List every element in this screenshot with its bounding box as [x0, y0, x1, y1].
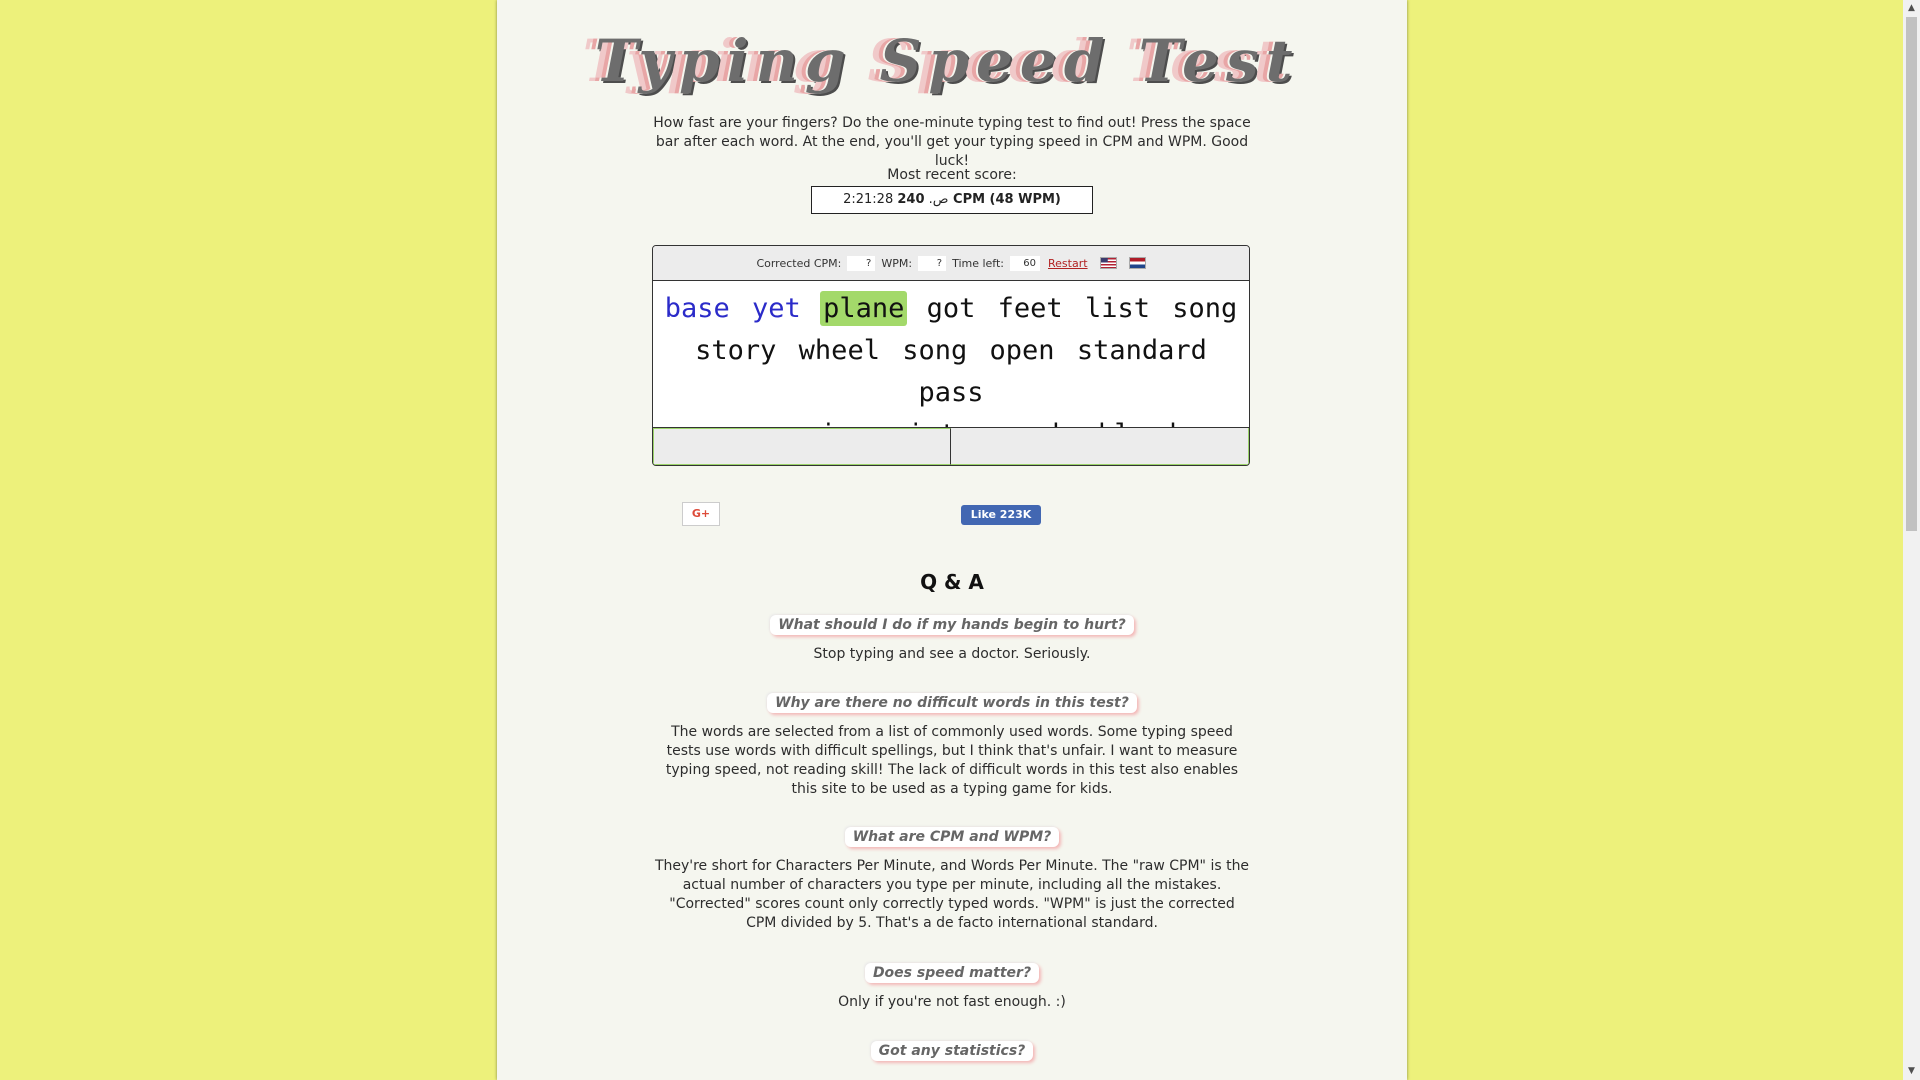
qa-question: Why are there no difficult words in this…	[767, 693, 1137, 713]
qa-question: What are CPM and WPM?	[844, 827, 1060, 847]
word: wheel	[798, 335, 880, 366]
corrected-cpm-label: Corrected CPM:	[756, 256, 842, 270]
word: list	[1084, 293, 1150, 324]
vertical-scrollbar[interactable]: ▲ ▼	[1903, 0, 1920, 1080]
qa-question: What should I do if my hands begin to hu…	[770, 615, 1134, 635]
page-container: Typing Speed Test How fast are your fing…	[497, 0, 1407, 1080]
restart-link[interactable]: Restart	[1048, 257, 1088, 270]
intro-text: How fast are your fingers? Do the one-mi…	[653, 115, 1251, 169]
dutch-flag-icon[interactable]	[1128, 257, 1146, 269]
wpm-value: ?	[918, 255, 947, 271]
qa-answer: They're short for Characters Per Minute,…	[654, 858, 1250, 931]
qa-answer: Only if you're not fast enough. :)	[838, 994, 1066, 1010]
scrollbar-thumb[interactable]	[1906, 17, 1917, 531]
word-typed: base	[664, 293, 730, 324]
typing-input[interactable]	[653, 428, 951, 465]
qa-item: Why are there no difficult words in this…	[652, 692, 1252, 799]
google-plus-button[interactable]: G+	[682, 502, 720, 526]
qa-title: Q & A	[920, 570, 984, 594]
recent-score-box: 2:21:28 ص. 240 CPM (48 WPM)	[811, 186, 1093, 214]
recent-score-time: 2:21:28 ص.	[843, 192, 949, 207]
qa-answer: Stop typing and see a doctor. Seriously.	[813, 646, 1091, 662]
word: open	[989, 335, 1055, 366]
word: got	[926, 293, 976, 324]
recent-score-label: Most recent score:	[887, 167, 1017, 183]
scroll-up-arrow-icon[interactable]: ▲	[1903, 0, 1920, 17]
word-display: base yet plane got feet list song story …	[653, 281, 1249, 450]
input-row	[653, 427, 1249, 465]
scroll-down-arrow-icon[interactable]: ▼	[1903, 1063, 1920, 1080]
word: standard	[1076, 335, 1207, 366]
recent-score-value: 240 CPM (48 WPM)	[897, 192, 1061, 207]
us-flag-icon[interactable]	[1099, 257, 1117, 269]
facebook-like-button[interactable]: Like 223K	[961, 505, 1041, 525]
word-line-1: base yet plane got feet list song	[653, 288, 1249, 330]
wpm-label: WPM:	[881, 256, 913, 270]
qa-item: What should I do if my hands begin to hu…	[652, 614, 1252, 664]
time-left-value: 60	[1010, 255, 1041, 271]
qa-item: Got any statistics?	[652, 1040, 1252, 1061]
qa-item: What are CPM and WPM? They're short for …	[652, 826, 1252, 933]
qa-item: Does speed matter? Only if you're not fa…	[652, 962, 1252, 1012]
time-left-label: Time left:	[952, 256, 1005, 270]
corrected-cpm-value: ?	[847, 255, 876, 271]
word: song	[902, 335, 968, 366]
word-line-2: story wheel song open standard pass	[653, 330, 1249, 414]
qa-question: Got any statistics?	[870, 1041, 1034, 1061]
word-typed: yet	[752, 293, 801, 324]
test-toolbar: Corrected CPM: ? WPM: ? Time left: 60 Re…	[653, 246, 1249, 281]
word: story	[695, 335, 777, 366]
qa-answer: The words are selected from a list of co…	[665, 724, 1239, 797]
word: song	[1172, 293, 1238, 324]
input-side-panel	[951, 428, 1249, 465]
word: pass	[918, 377, 984, 408]
qa-question: Does speed matter?	[864, 963, 1040, 983]
word: feet	[997, 293, 1063, 324]
word-current: plane	[820, 291, 908, 326]
typing-test-panel: Corrected CPM: ? WPM: ? Time left: 60 Re…	[652, 245, 1250, 466]
site-logo[interactable]: Typing Speed Test	[557, 26, 1337, 96]
